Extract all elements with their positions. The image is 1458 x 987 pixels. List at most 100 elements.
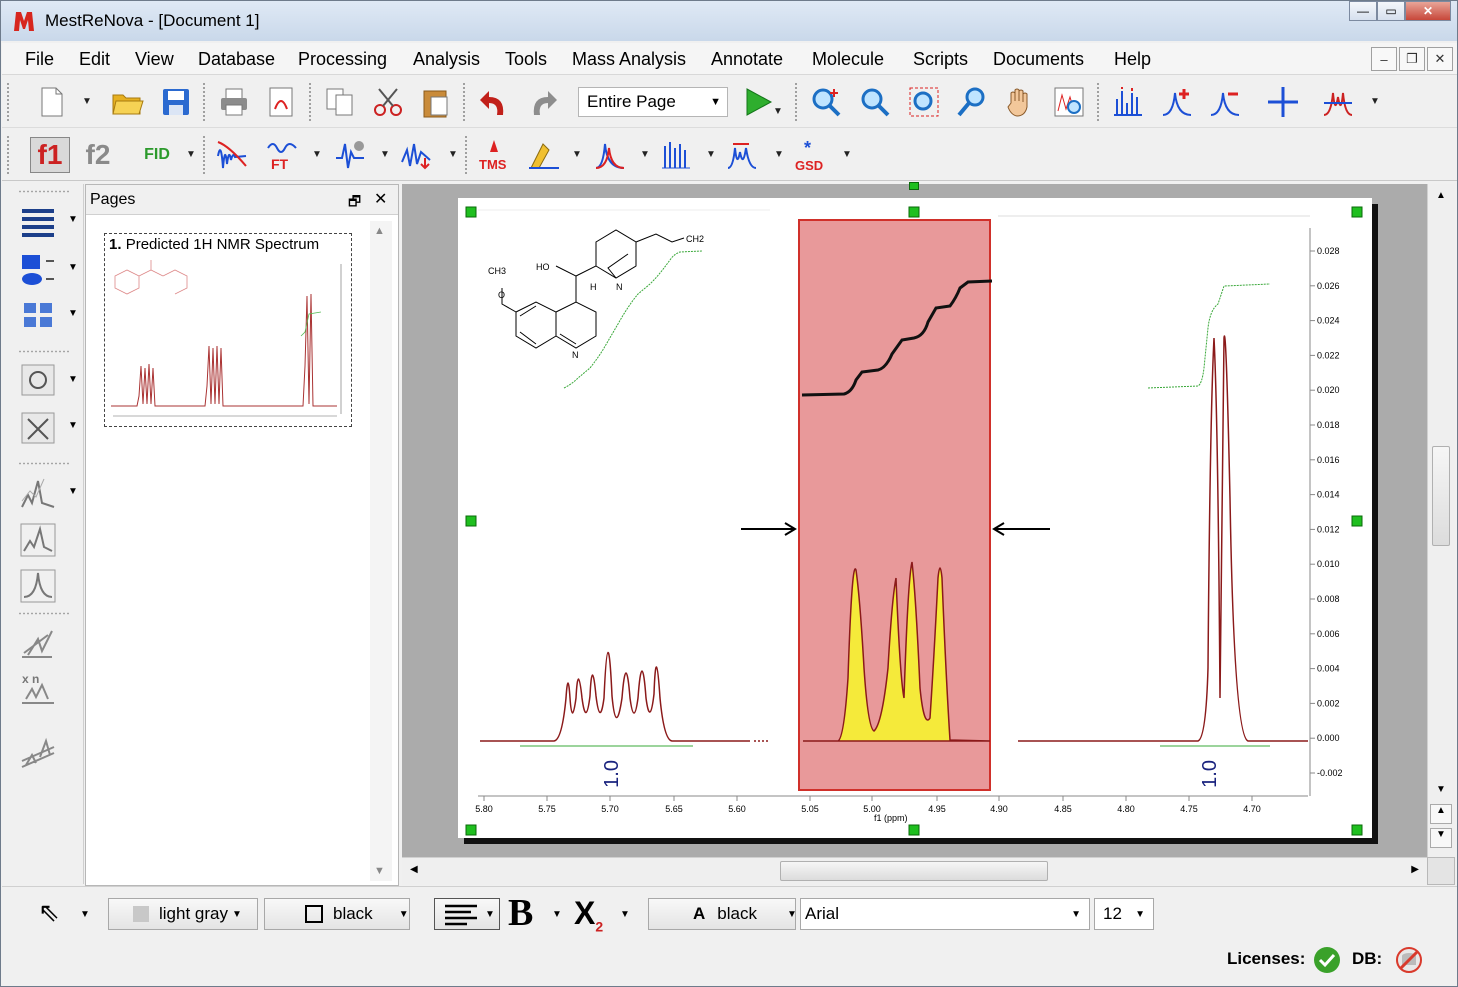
redo-icon[interactable] [525, 84, 561, 120]
menu-edit[interactable]: Edit [79, 49, 110, 70]
series-analysis-icon[interactable]: x n [16, 668, 60, 708]
cut-icon[interactable] [370, 84, 406, 120]
licenses-ok-icon[interactable] [1314, 947, 1340, 973]
menu-processing[interactable]: Processing [298, 49, 387, 70]
apodization-icon[interactable] [214, 137, 250, 173]
close-button[interactable]: ✕ [1405, 1, 1451, 21]
horizontal-scroll-thumb[interactable] [780, 861, 1048, 881]
y-tick-label: 0.016 [1317, 455, 1340, 465]
referencing-icon[interactable] [526, 137, 562, 173]
menu-database[interactable]: Database [198, 49, 275, 70]
remove-peak-icon[interactable] [1207, 84, 1243, 120]
multiplet-left [480, 651, 750, 742]
float-panel-icon[interactable]: 🗗 [348, 191, 361, 215]
menu-file[interactable]: File [25, 49, 54, 70]
peak-fitting-icon[interactable] [592, 137, 628, 173]
menu-tools[interactable]: Tools [505, 49, 547, 70]
zoom-tool-icon[interactable] [954, 84, 990, 120]
menu-scripts[interactable]: Scripts [913, 49, 968, 70]
menu-molecule[interactable]: Molecule [812, 49, 884, 70]
paste-icon[interactable] [418, 84, 454, 120]
multiplet-icon[interactable] [1320, 84, 1356, 120]
page-up-icon[interactable]: ▲ [1430, 804, 1452, 824]
waterfall-plot-icon[interactable] [16, 732, 60, 772]
baseline-correction-icon[interactable] [398, 137, 434, 173]
shapes-icon[interactable] [16, 250, 60, 290]
open-folder-icon[interactable] [109, 84, 145, 120]
font-size-select[interactable]: 12 ▼ [1094, 898, 1154, 930]
menu-view[interactable]: View [135, 49, 174, 70]
db-error-icon[interactable] [1396, 947, 1422, 973]
fid-button[interactable]: FID [136, 137, 178, 173]
view-corner-icon[interactable] [1427, 857, 1455, 885]
page-thumbnail[interactable]: 1. Predicted 1H NMR Spectrum [104, 233, 352, 427]
superimposed-spectra-icon[interactable] [16, 520, 60, 560]
f1-button[interactable]: f1 [30, 137, 70, 173]
font-family-select[interactable]: Arial ▼ [800, 898, 1090, 930]
fourier-transform-icon[interactable]: FT [264, 137, 300, 173]
undo-icon[interactable] [476, 84, 512, 120]
print-icon[interactable] [216, 84, 252, 120]
vertical-scroll-thumb[interactable] [1432, 446, 1450, 546]
integration-icon[interactable] [658, 137, 694, 173]
zoom-fit-icon[interactable] [906, 84, 942, 120]
vertical-scrollbar[interactable]: ▲ ▼ ▲ ▼ [1427, 184, 1455, 857]
menu-analysis[interactable]: Analysis [413, 49, 480, 70]
menu-help[interactable]: Help [1114, 49, 1151, 70]
bold-button[interactable]: B [508, 891, 533, 935]
stacked-2d-icon[interactable] [16, 360, 60, 400]
contour-plot-icon[interactable] [16, 408, 60, 448]
single-spectrum-icon[interactable] [16, 566, 60, 606]
tms-reference-icon[interactable]: TMS [476, 137, 512, 173]
text-align-button[interactable]: ▼ [434, 898, 500, 930]
gsd-icon[interactable]: * GSD [792, 137, 828, 173]
run-icon[interactable] [740, 84, 776, 120]
multiplet-analysis-icon[interactable] [724, 137, 760, 173]
horizontal-scrollbar[interactable]: ◀ ▶ [402, 857, 1427, 885]
phase-correction-icon[interactable] [332, 137, 368, 173]
grid-layout-icon[interactable] [16, 296, 60, 336]
nmr-spectrum-plot[interactable]: 5.80 5.75 5.70 5.65 5.60 5.05 5.00 4.95 4.90 4.85… [458, 198, 1372, 838]
subscript-button[interactable]: X2 [574, 895, 603, 934]
menu-documents[interactable]: Documents [993, 49, 1084, 70]
svg-text:FT: FT [271, 156, 289, 172]
fill-color-select[interactable]: light gray ▼ [108, 898, 258, 930]
save-icon[interactable] [158, 84, 194, 120]
zoom-out-icon[interactable] [857, 84, 893, 120]
mdi-close-button[interactable]: ✕ [1427, 47, 1453, 71]
top-handle[interactable] [909, 182, 919, 190]
zoom-in-icon[interactable] [808, 84, 844, 120]
menu-annotate[interactable]: Annotate [711, 49, 783, 70]
line-color-select[interactable]: black ▼ [264, 898, 410, 930]
mdi-minimize-button[interactable]: – [1371, 47, 1397, 71]
add-peak-icon[interactable] [1159, 84, 1195, 120]
pages-scrollbar[interactable]: ▲ ▼ [370, 221, 392, 881]
menu-bar: File Edit View Database Processing Analy… [2, 43, 1457, 75]
copy-icon[interactable] [322, 84, 358, 120]
page-down-icon[interactable]: ▼ [1430, 828, 1452, 848]
molecule-label-n1: N [572, 350, 579, 360]
x-tick-label: 5.05 [801, 804, 819, 814]
minimize-button[interactable]: — [1349, 1, 1377, 21]
peak-picking-icon[interactable] [1110, 84, 1146, 120]
document-canvas[interactable]: 5.80 5.75 5.70 5.65 5.60 5.05 5.00 4.95 4.90 4.85… [402, 182, 1427, 857]
magnifier-icon[interactable] [1051, 84, 1087, 120]
mdi-restore-button[interactable]: ❐ [1399, 47, 1425, 71]
menu-mass-analysis[interactable]: Mass Analysis [572, 49, 686, 70]
export-pdf-icon[interactable] [264, 84, 300, 120]
text-color-select[interactable]: A black ▼ [648, 898, 797, 930]
y-tick-label: 0.006 [1317, 629, 1340, 639]
stacked-spectra-icon[interactable] [16, 474, 60, 514]
arrayed-spectra-icon[interactable] [16, 624, 60, 664]
pointer-icon[interactable]: ⇖ [38, 897, 60, 928]
crosshair-icon[interactable] [1265, 84, 1301, 120]
new-document-icon[interactable] [34, 84, 70, 120]
layout-list-icon[interactable] [16, 202, 60, 242]
f2-button[interactable]: f2 [80, 137, 116, 173]
zoom-mode-select[interactable]: Entire Page ▼ [578, 87, 728, 117]
pan-hand-icon[interactable] [1002, 84, 1038, 120]
y-tick-label: 0.012 [1317, 524, 1340, 534]
page-title: Predicted 1H NMR Spectrum [125, 236, 320, 253]
maximize-button[interactable]: ▭ [1377, 1, 1405, 21]
close-panel-icon[interactable]: ✕ [374, 189, 387, 209]
